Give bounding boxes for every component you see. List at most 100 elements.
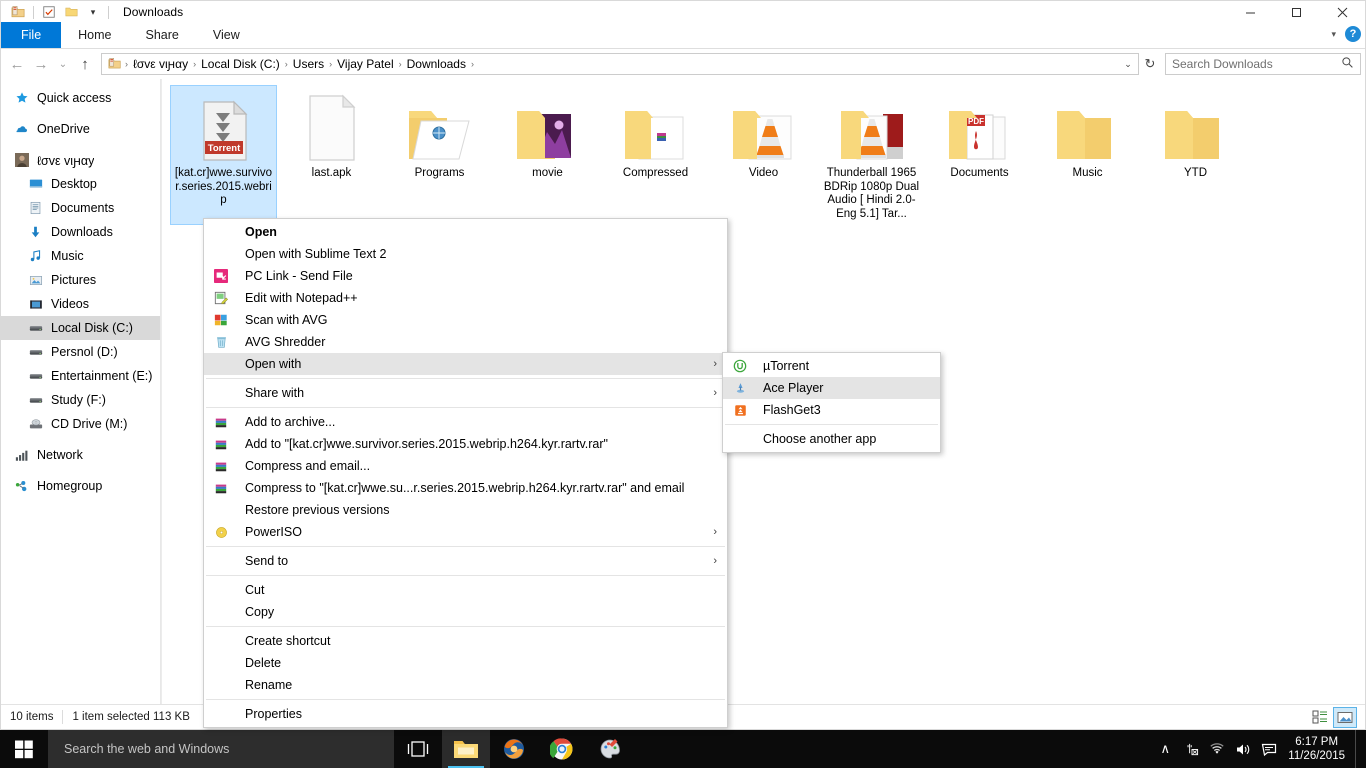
sidebar-item-study-f[interactable]: Study (F:): [1, 388, 160, 412]
maximize-button[interactable]: [1273, 1, 1319, 23]
ctx-rename[interactable]: Rename: [204, 674, 727, 696]
taskbar-app-paint[interactable]: [586, 730, 634, 768]
sidebar-item-documents[interactable]: Documents: [1, 196, 160, 220]
folder-tile-movie[interactable]: movie: [494, 85, 601, 225]
ctx-add-to-archive[interactable]: Add to archive...: [204, 411, 727, 433]
refresh-button[interactable]: ↻: [1139, 56, 1161, 72]
breadcrumb-item-vijay-patel[interactable]: Vijay Patel: [333, 54, 397, 74]
folder-tile-thunderball[interactable]: Thunderball 1965 BDRip 1080p Dual Audio …: [818, 85, 925, 225]
sidebar-item-desktop[interactable]: Desktop: [1, 172, 160, 196]
taskbar-app-file-explorer[interactable]: [442, 730, 490, 768]
folder-tile-compressed[interactable]: Compressed: [602, 85, 709, 225]
file-tile-torrent[interactable]: Torrent [kat.cr]wwe.survivor.series.2015…: [170, 85, 277, 225]
wifi-icon[interactable]: [1204, 730, 1230, 768]
search-input[interactable]: [1172, 57, 1341, 71]
tab-file[interactable]: File: [1, 22, 62, 48]
submenu-item-utorrent[interactable]: µTorrent: [723, 355, 940, 377]
breadcrumb-item-downloads[interactable]: Downloads: [403, 54, 470, 74]
ctx-open[interactable]: Open: [204, 221, 727, 243]
help-icon[interactable]: ?: [1345, 26, 1361, 42]
folder-tile-documents[interactable]: PDF Documents: [926, 85, 1033, 225]
sidebar-item-music[interactable]: Music: [1, 244, 160, 268]
show-desktop-button[interactable]: [1355, 730, 1362, 768]
details-view-icon[interactable]: [1308, 707, 1332, 728]
ctx-edit-with-notepadpp[interactable]: Edit with Notepad++: [204, 287, 727, 309]
search-icon[interactable]: [1341, 56, 1354, 72]
windows-start-icon[interactable]: [0, 730, 48, 768]
ctx-add-to-named-archive[interactable]: Add to "[kat.cr]wwe.survivor.series.2015…: [204, 433, 727, 455]
breadcrumb-item-local-disk[interactable]: Local Disk (C:): [197, 54, 284, 74]
sidebar-item-persnol-d[interactable]: Persnol (D:): [1, 340, 160, 364]
sidebar-item-cd-drive-m[interactable]: CD Drive (M:): [1, 412, 160, 436]
taskbar-search-input[interactable]: [64, 742, 394, 756]
folder-tile-ytd[interactable]: YTD: [1142, 85, 1249, 225]
ctx-cut[interactable]: Cut: [204, 579, 727, 601]
close-button[interactable]: [1319, 1, 1365, 23]
tab-share[interactable]: Share: [129, 22, 196, 48]
ctx-open-with-sublime[interactable]: Open with Sublime Text 2: [204, 243, 727, 265]
breadcrumb-separator[interactable]: ›: [470, 59, 475, 69]
tab-home[interactable]: Home: [61, 22, 128, 48]
sidebar-item-network[interactable]: Network: [1, 443, 160, 467]
large-icons-view-icon[interactable]: [1333, 706, 1357, 728]
ctx-poweriso[interactable]: PowerISO ›: [204, 521, 727, 543]
chevron-down-icon[interactable]: ▾: [1331, 29, 1336, 40]
sidebar-item-local-disk-c[interactable]: Local Disk (C:): [1, 316, 160, 340]
sidebar-item-entertainment-e[interactable]: Entertainment (E:): [1, 364, 160, 388]
new-folder-icon[interactable]: [60, 2, 82, 22]
explorer-icon[interactable]: [7, 2, 29, 22]
breadcrumb-dropdown-icon[interactable]: ⌄: [1120, 59, 1136, 70]
file-tile-apk[interactable]: last.apk: [278, 85, 385, 225]
ctx-send-to[interactable]: Send to ›: [204, 550, 727, 572]
up-button[interactable]: ↑: [73, 52, 97, 76]
ctx-properties[interactable]: Properties: [204, 703, 727, 725]
ctx-copy[interactable]: Copy: [204, 601, 727, 623]
properties-icon[interactable]: [38, 2, 60, 22]
ctx-avg-shredder[interactable]: AVG Shredder: [204, 331, 727, 353]
taskbar-clock[interactable]: 6:17 PM 11/26/2015: [1282, 735, 1355, 763]
ctx-restore-previous-versions[interactable]: Restore previous versions: [204, 499, 727, 521]
folder-tile-programs[interactable]: Programs: [386, 85, 493, 225]
sidebar-item-onedrive[interactable]: OneDrive: [1, 117, 160, 141]
ctx-compress-and-email[interactable]: Compress and email...: [204, 455, 727, 477]
ctx-create-shortcut[interactable]: Create shortcut: [204, 630, 727, 652]
menu-divider: [206, 626, 725, 627]
ctx-share-with[interactable]: Share with ›: [204, 382, 727, 404]
submenu-item-flashget3[interactable]: FlashGet3: [723, 399, 940, 421]
submenu-item-choose-another-app[interactable]: Choose another app: [723, 428, 940, 450]
sidebar-item-pictures[interactable]: Pictures: [1, 268, 160, 292]
sidebar-item-user[interactable]: ℓσvε vιԩαy: [1, 148, 160, 172]
taskbar-search-box[interactable]: [48, 730, 394, 768]
back-button[interactable]: ←: [5, 52, 29, 76]
tab-view[interactable]: View: [196, 22, 257, 48]
ctx-compress-to-named-and-email[interactable]: Compress to "[kat.cr]wwe.su...r.series.2…: [204, 477, 727, 499]
context-menu[interactable]: Open Open with Sublime Text 2 PC Link - …: [203, 218, 728, 728]
tray-overflow-icon[interactable]: ∧: [1152, 730, 1178, 768]
customize-chevron-icon[interactable]: ▾: [82, 2, 104, 22]
ctx-delete[interactable]: Delete: [204, 652, 727, 674]
breadcrumb[interactable]: › ℓσvε vιԩαy › Local Disk (C:) › Users ›…: [101, 53, 1139, 75]
sidebar-item-quick-access[interactable]: Quick access: [1, 86, 160, 110]
taskbar-app-firefox[interactable]: [490, 730, 538, 768]
forward-button[interactable]: →: [29, 52, 53, 76]
ctx-open-with[interactable]: Open with ›: [204, 353, 727, 375]
usb-eject-icon[interactable]: [1178, 730, 1204, 768]
volume-icon[interactable]: [1230, 730, 1256, 768]
sidebar-item-downloads[interactable]: Downloads: [1, 220, 160, 244]
taskbar-app-chrome[interactable]: [538, 730, 586, 768]
sidebar-item-videos[interactable]: Videos: [1, 292, 160, 316]
ctx-pc-link-send-file[interactable]: PC Link - Send File: [204, 265, 727, 287]
breadcrumb-item-users[interactable]: Users: [289, 54, 328, 74]
submenu-item-ace-player[interactable]: Ace Player: [723, 377, 940, 399]
recent-locations-button[interactable]: ⌄: [53, 52, 73, 76]
action-center-icon[interactable]: [1256, 730, 1282, 768]
task-view-icon[interactable]: [394, 730, 442, 768]
minimize-button[interactable]: [1227, 1, 1273, 23]
ctx-scan-with-avg[interactable]: Scan with AVG: [204, 309, 727, 331]
open-with-submenu[interactable]: µTorrent Ace Player FlashGet3 Choose ano…: [722, 352, 941, 453]
sidebar-item-homegroup[interactable]: Homegroup: [1, 474, 160, 498]
folder-tile-video[interactable]: Video: [710, 85, 817, 225]
search-box[interactable]: [1165, 53, 1361, 75]
folder-tile-music[interactable]: Music: [1034, 85, 1141, 225]
breadcrumb-item-user[interactable]: ℓσvε vιԩαy: [129, 54, 192, 74]
